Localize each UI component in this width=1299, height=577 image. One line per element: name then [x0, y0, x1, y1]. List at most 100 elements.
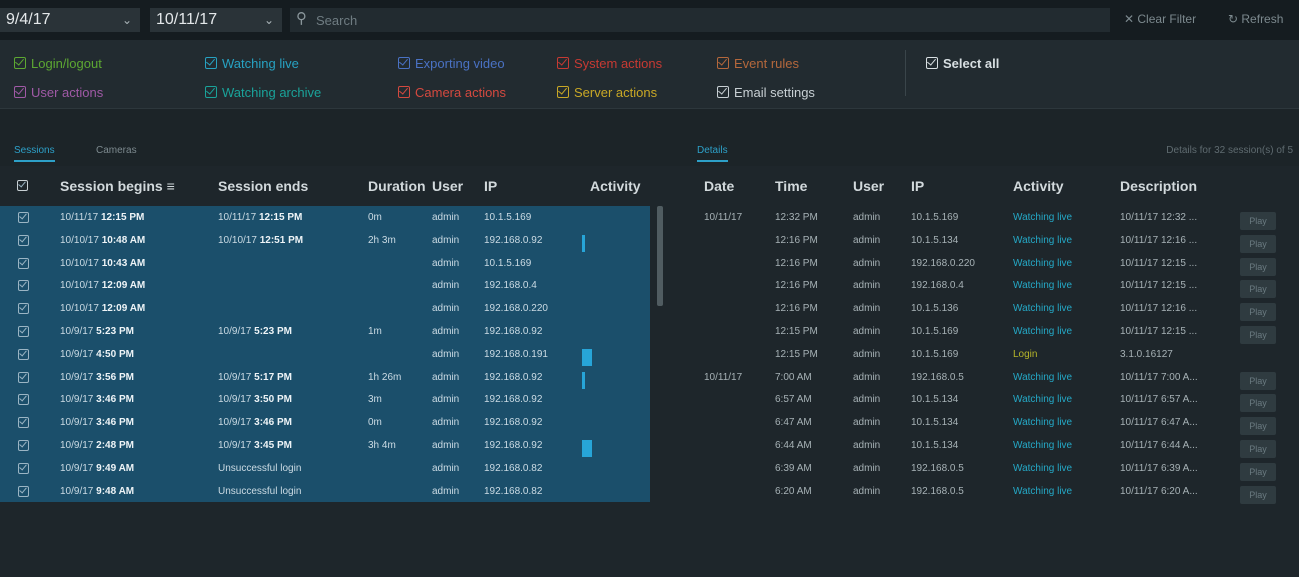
filter-email-settings[interactable]: Email settings [717, 85, 815, 100]
play-button[interactable]: Play [1240, 462, 1276, 481]
tab-details[interactable]: Details [697, 145, 728, 162]
table-row[interactable]: 6:20 AM admin 192.168.0.5 Watching live 10/1… [690, 480, 1299, 504]
table-row[interactable]: 10/10/17 10:43 AM admin 10.1.5.169 [0, 252, 650, 275]
refresh-button[interactable]: ↻ Refresh [1228, 12, 1283, 26]
table-row[interactable]: 10/9/17 3:56 PM 10/9/17 5:17 PM 1h 26m admi… [0, 366, 650, 389]
row-checkbox[interactable] [18, 303, 29, 315]
session-begins-cell: 10/10/17 12:09 AM [60, 280, 145, 291]
play-button[interactable]: Play [1240, 485, 1276, 504]
tab-sessions[interactable]: Sessions [14, 145, 55, 162]
play-button[interactable]: Play [1240, 257, 1276, 276]
column-header-activity[interactable]: Activity [590, 178, 641, 194]
row-checkbox[interactable] [18, 348, 29, 360]
description-cell: 10/11/17 12:16 ... [1120, 234, 1198, 246]
date-to-picker[interactable]: 10/11/17 ⌄ [150, 8, 282, 32]
column-header-duration[interactable]: Duration [368, 178, 426, 194]
table-row[interactable]: 10/10/17 12:09 AM admin 192.168.0.220 [0, 297, 650, 320]
row-checkbox[interactable] [18, 462, 29, 474]
date-text: 10/10/17 [60, 234, 99, 246]
table-row[interactable]: 12:16 PM admin 192.168.0.220 Watching live 1… [690, 252, 1299, 276]
table-row[interactable]: 10/10/17 12:09 AM admin 192.168.0.4 [0, 274, 650, 297]
table-row[interactable]: 10/9/17 3:46 PM 10/9/17 3:46 PM 0m admin 192… [0, 411, 650, 434]
column-header-activity[interactable]: Activity [1013, 178, 1064, 194]
refresh-icon: ↻ [1228, 12, 1242, 26]
table-row[interactable]: 10/9/17 3:46 PM 10/9/17 3:50 PM 3m admin 192… [0, 388, 650, 411]
column-header-session-ends[interactable]: Session ends [218, 178, 308, 194]
date-from-picker[interactable]: 9/4/17 ⌄ [0, 8, 140, 32]
row-checkbox[interactable] [18, 417, 29, 429]
play-button[interactable]: Play [1240, 234, 1276, 253]
table-row[interactable]: 12:16 PM admin 192.168.0.4 Watching live 10/… [690, 274, 1299, 299]
play-button[interactable]: Play [1240, 371, 1276, 390]
row-checkbox[interactable] [18, 257, 29, 269]
table-row[interactable]: 10/9/17 9:48 AM Unsuccessful login admin 1… [0, 480, 650, 503]
row-checkbox[interactable] [18, 485, 29, 497]
play-button[interactable]: Play [1240, 417, 1276, 436]
table-row[interactable]: 12:15 PM admin 10.1.5.169 Login 3.1.0.16127 [690, 343, 1299, 366]
time-text: 12:15 PM [100, 212, 145, 223]
table-row[interactable]: 10/9/17 5:23 PM 10/9/17 5:23 PM 1m admin 192… [0, 320, 650, 343]
table-row[interactable]: 10/9/17 9:49 AM Unsuccessful login admin 1… [0, 457, 650, 480]
play-button[interactable]: Play [1240, 440, 1276, 458]
filter-camera-actions[interactable]: Camera actions [398, 85, 506, 100]
filter-watching-archive[interactable]: Watching archive [205, 85, 321, 100]
column-header-user[interactable]: User [853, 178, 884, 194]
session-ends-cell: 10/10/17 12:51 PM [218, 235, 303, 246]
row-checkbox[interactable] [18, 212, 29, 223]
user-cell: admin [432, 371, 460, 383]
table-row[interactable]: 12:16 PM admin 10.1.5.134 Watching live 10/1… [690, 229, 1299, 253]
filter-server-actions[interactable]: Server actions [557, 85, 657, 100]
table-row[interactable]: 10/11/17 7:00 AM admin 192.168.0.5 Watching … [690, 366, 1299, 390]
time-text: 4:50 PM [96, 348, 134, 360]
session-ends-cell: 10/9/17 3:50 PM [218, 394, 292, 405]
play-button[interactable]: Play [1240, 280, 1276, 299]
activity-cell: Watching live [1013, 394, 1073, 406]
table-row[interactable]: 12:15 PM admin 10.1.5.169 Watching live 10/1… [690, 320, 1299, 344]
column-header-user[interactable]: User [432, 178, 463, 194]
filter-watching-live[interactable]: Watching live [205, 56, 299, 71]
filter-login-logout[interactable]: Login/logout [14, 56, 102, 71]
table-row[interactable]: 10/9/17 4:50 PM admin 192.168.0.191 [0, 343, 650, 366]
filter-exporting-video[interactable]: Exporting video [398, 56, 505, 71]
column-header-date[interactable]: Date [704, 178, 734, 194]
filter-event-rules[interactable]: Event rules [717, 56, 799, 71]
close-icon: ✕ [1124, 12, 1138, 26]
table-row[interactable]: 10/11/17 12:32 PM admin 10.1.5.169 Watching … [690, 206, 1299, 230]
ip-cell: 10.1.5.169 [484, 257, 532, 269]
sessions-scrollbar[interactable] [657, 206, 663, 306]
checkbox-icon [14, 86, 26, 98]
table-row[interactable]: 10/10/17 10:48 AM 10/10/17 12:51 PM 2h 3m a… [0, 229, 650, 252]
row-checkbox[interactable] [18, 371, 29, 383]
row-checkbox[interactable] [18, 439, 29, 451]
filter-system-actions[interactable]: System actions [557, 56, 662, 71]
table-row[interactable]: 6:47 AM admin 10.1.5.134 Watching live 10/11… [690, 411, 1299, 436]
table-row[interactable]: 6:44 AM admin 10.1.5.134 Watching live 10/11… [690, 434, 1299, 458]
activity-cell: Watching live [1013, 417, 1073, 429]
table-row[interactable]: 10/9/17 2:48 PM 10/9/17 3:45 PM 3h 4m admin… [0, 434, 650, 457]
play-button[interactable]: Play [1240, 303, 1276, 322]
clear-filter-button[interactable]: ✕ Clear Filter [1124, 12, 1196, 26]
row-checkbox[interactable] [18, 325, 29, 337]
column-header-ip[interactable]: IP [911, 178, 924, 194]
duration-cell: 3m [368, 394, 382, 406]
column-header-time[interactable]: Time [775, 178, 807, 194]
column-header-description[interactable]: Description [1120, 178, 1197, 194]
table-row[interactable]: 6:57 AM admin 10.1.5.134 Watching live 10/11… [690, 388, 1299, 413]
column-header-ip[interactable]: IP [484, 178, 497, 194]
play-button[interactable]: Play [1240, 326, 1276, 344]
select-all-checkbox[interactable]: Select all [926, 56, 999, 71]
table-row[interactable]: 6:39 AM admin 192.168.0.5 Watching live 10/1… [690, 457, 1299, 481]
play-button[interactable]: Play [1240, 394, 1276, 413]
row-checkbox[interactable] [18, 280, 29, 292]
row-checkbox[interactable] [18, 394, 29, 406]
search-input[interactable] [316, 8, 1096, 32]
activity-cell: Watching live [1013, 212, 1073, 223]
column-header-session-begins[interactable]: Session begins ≡ [60, 178, 175, 194]
table-row[interactable]: 12:16 PM admin 10.1.5.136 Watching live 10/1… [690, 297, 1299, 322]
date-to-value: 10/11/17 [156, 11, 218, 28]
tab-cameras[interactable]: Cameras [96, 145, 137, 156]
row-checkbox[interactable] [18, 234, 29, 246]
play-button[interactable]: Play [1240, 212, 1276, 230]
filter-user-actions[interactable]: User actions [14, 85, 103, 100]
table-row[interactable]: 10/11/17 12:15 PM 10/11/17 12:15 PM 0m admi… [0, 206, 650, 229]
